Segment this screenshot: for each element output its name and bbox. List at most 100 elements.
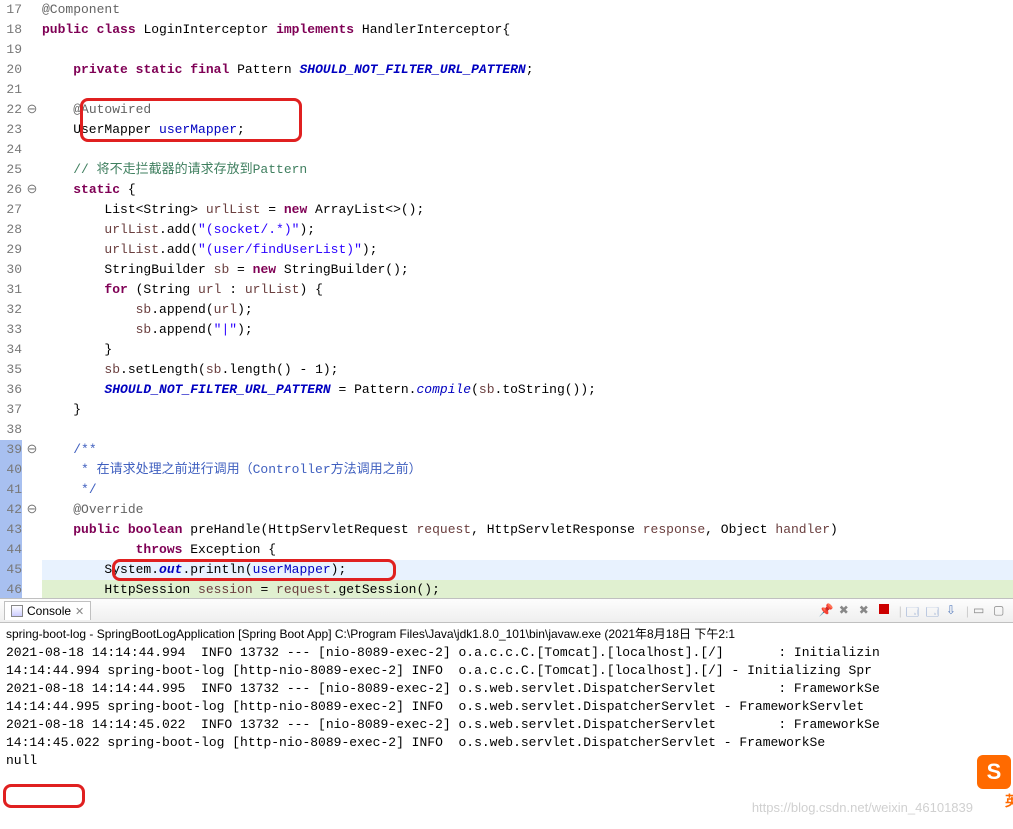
code-line[interactable]: 45 System.out.println(userMapper); xyxy=(0,560,1013,580)
scroll-lock-icon[interactable]: ⇩ xyxy=(946,603,962,619)
fold-marker xyxy=(22,480,42,500)
code-content[interactable]: HttpSession session = request.getSession… xyxy=(42,580,1013,598)
line-number: 32 xyxy=(0,300,22,320)
display-selected-icon[interactable]: 🗔 xyxy=(906,603,922,619)
code-line[interactable]: 30 StringBuilder sb = new StringBuilder(… xyxy=(0,260,1013,280)
code-line[interactable]: 18public class LoginInterceptor implemen… xyxy=(0,20,1013,40)
code-line[interactable]: 32 sb.append(url); xyxy=(0,300,1013,320)
minimize-icon[interactable]: ▭ xyxy=(973,603,989,619)
console-line: 2021-08-18 14:14:44.995 INFO 13732 --- [… xyxy=(6,680,1007,698)
code-content[interactable]: StringBuilder sb = new StringBuilder(); xyxy=(42,260,1013,280)
code-content[interactable]: static { xyxy=(42,180,1013,200)
code-line[interactable]: 27 List<String> urlList = new ArrayList<… xyxy=(0,200,1013,220)
code-content[interactable]: /** xyxy=(42,440,1013,460)
sogou-badge-icon[interactable]: S xyxy=(977,755,1011,789)
code-line[interactable]: 21 xyxy=(0,80,1013,100)
fold-marker xyxy=(22,400,42,420)
code-line[interactable]: 24 xyxy=(0,140,1013,160)
console-header: Console ✕ 📌 ✖ ✖ | 🗔 🗔 ⇩ | ▭ ▢ xyxy=(0,599,1013,623)
code-line[interactable]: 38 xyxy=(0,420,1013,440)
code-line[interactable]: 40 * 在请求处理之前进行调用（Controller方法调用之前） xyxy=(0,460,1013,480)
code-content[interactable]: urlList.add("(socket/.*)"); xyxy=(42,220,1013,240)
code-content[interactable]: // 将不走拦截器的请求存放到Pattern xyxy=(42,160,1013,180)
code-content[interactable]: private static final Pattern SHOULD_NOT_… xyxy=(42,60,1013,80)
fold-marker xyxy=(22,120,42,140)
fold-marker[interactable]: ⊖ xyxy=(22,100,42,120)
code-content[interactable]: System.out.println(userMapper); xyxy=(42,560,1013,580)
fold-marker xyxy=(22,360,42,380)
code-content[interactable]: @Autowired xyxy=(42,100,1013,120)
console-tab[interactable]: Console ✕ xyxy=(4,601,91,620)
code-content[interactable]: sb.append("|"); xyxy=(42,320,1013,340)
line-number: 42 xyxy=(0,500,22,520)
code-content[interactable]: throws Exception { xyxy=(42,540,1013,560)
code-line[interactable]: 17@Component xyxy=(0,0,1013,20)
fold-marker xyxy=(22,340,42,360)
code-content[interactable]: } xyxy=(42,400,1013,420)
code-line[interactable]: 19 xyxy=(0,40,1013,60)
code-editor[interactable]: 17@Component18public class LoginIntercep… xyxy=(0,0,1013,598)
pin-console-icon[interactable]: 📌 xyxy=(819,603,835,619)
code-content[interactable] xyxy=(42,420,1013,440)
fold-marker[interactable]: ⊖ xyxy=(22,500,42,520)
line-number: 33 xyxy=(0,320,22,340)
code-content[interactable]: * 在请求处理之前进行调用（Controller方法调用之前） xyxy=(42,460,1013,480)
code-line[interactable]: 46 HttpSession session = request.getSess… xyxy=(0,580,1013,598)
code-line[interactable]: 42⊖ @Override xyxy=(0,500,1013,520)
line-number: 46 xyxy=(0,580,22,598)
code-line[interactable]: 44 throws Exception { xyxy=(0,540,1013,560)
code-line[interactable]: 31 for (String url : urlList) { xyxy=(0,280,1013,300)
code-content[interactable]: public class LoginInterceptor implements… xyxy=(42,20,1013,40)
code-content[interactable]: sb.setLength(sb.length() - 1); xyxy=(42,360,1013,380)
code-line[interactable]: 43 public boolean preHandle(HttpServletR… xyxy=(0,520,1013,540)
code-line[interactable]: 28 urlList.add("(socket/.*)"); xyxy=(0,220,1013,240)
close-icon[interactable]: ✕ xyxy=(75,605,84,618)
code-line[interactable]: 20 private static final Pattern SHOULD_N… xyxy=(0,60,1013,80)
code-line[interactable]: 35 sb.setLength(sb.length() - 1); xyxy=(0,360,1013,380)
code-line[interactable]: 23 UserMapper userMapper; xyxy=(0,120,1013,140)
code-content[interactable] xyxy=(42,140,1013,160)
code-line[interactable]: 41 */ xyxy=(0,480,1013,500)
code-line[interactable]: 26⊖ static { xyxy=(0,180,1013,200)
maximize-icon[interactable]: ▢ xyxy=(993,603,1009,619)
line-number: 38 xyxy=(0,420,22,440)
code-content[interactable]: sb.append(url); xyxy=(42,300,1013,320)
fold-marker xyxy=(22,320,42,340)
code-line[interactable]: 36 SHOULD_NOT_FILTER_URL_PATTERN = Patte… xyxy=(0,380,1013,400)
code-content[interactable]: public boolean preHandle(HttpServletRequ… xyxy=(42,520,1013,540)
code-line[interactable]: 39⊖ /** xyxy=(0,440,1013,460)
fold-marker xyxy=(22,380,42,400)
code-content[interactable] xyxy=(42,80,1013,100)
code-line[interactable]: 33 sb.append("|"); xyxy=(0,320,1013,340)
code-content[interactable] xyxy=(42,40,1013,60)
fold-marker[interactable]: ⊖ xyxy=(22,440,42,460)
code-line[interactable]: 25 // 将不走拦截器的请求存放到Pattern xyxy=(0,160,1013,180)
code-content[interactable]: SHOULD_NOT_FILTER_URL_PATTERN = Pattern.… xyxy=(42,380,1013,400)
line-number: 20 xyxy=(0,60,22,80)
code-content[interactable]: } xyxy=(42,340,1013,360)
code-content[interactable]: UserMapper userMapper; xyxy=(42,120,1013,140)
line-number: 27 xyxy=(0,200,22,220)
code-line[interactable]: 34 } xyxy=(0,340,1013,360)
code-content[interactable]: */ xyxy=(42,480,1013,500)
code-content[interactable]: @Component xyxy=(42,0,1013,20)
open-console-icon[interactable]: 🗔 xyxy=(926,603,942,619)
fold-marker xyxy=(22,540,42,560)
fold-marker[interactable]: ⊖ xyxy=(22,180,42,200)
line-number: 19 xyxy=(0,40,22,60)
clear-console-icon[interactable]: ✖ xyxy=(839,603,855,619)
code-line[interactable]: 37 } xyxy=(0,400,1013,420)
console-output[interactable]: 2021-08-18 14:14:44.994 INFO 13732 --- [… xyxy=(0,644,1013,770)
fold-marker xyxy=(22,280,42,300)
code-line[interactable]: 29 urlList.add("(user/findUserList)"); xyxy=(0,240,1013,260)
terminate-icon[interactable] xyxy=(879,603,895,619)
code-line[interactable]: 22⊖ @Autowired xyxy=(0,100,1013,120)
line-number: 31 xyxy=(0,280,22,300)
line-number: 34 xyxy=(0,340,22,360)
fold-marker xyxy=(22,420,42,440)
code-content[interactable]: for (String url : urlList) { xyxy=(42,280,1013,300)
remove-launch-icon[interactable]: ✖ xyxy=(859,603,875,619)
code-content[interactable]: @Override xyxy=(42,500,1013,520)
code-content[interactable]: urlList.add("(user/findUserList)"); xyxy=(42,240,1013,260)
code-content[interactable]: List<String> urlList = new ArrayList<>()… xyxy=(42,200,1013,220)
